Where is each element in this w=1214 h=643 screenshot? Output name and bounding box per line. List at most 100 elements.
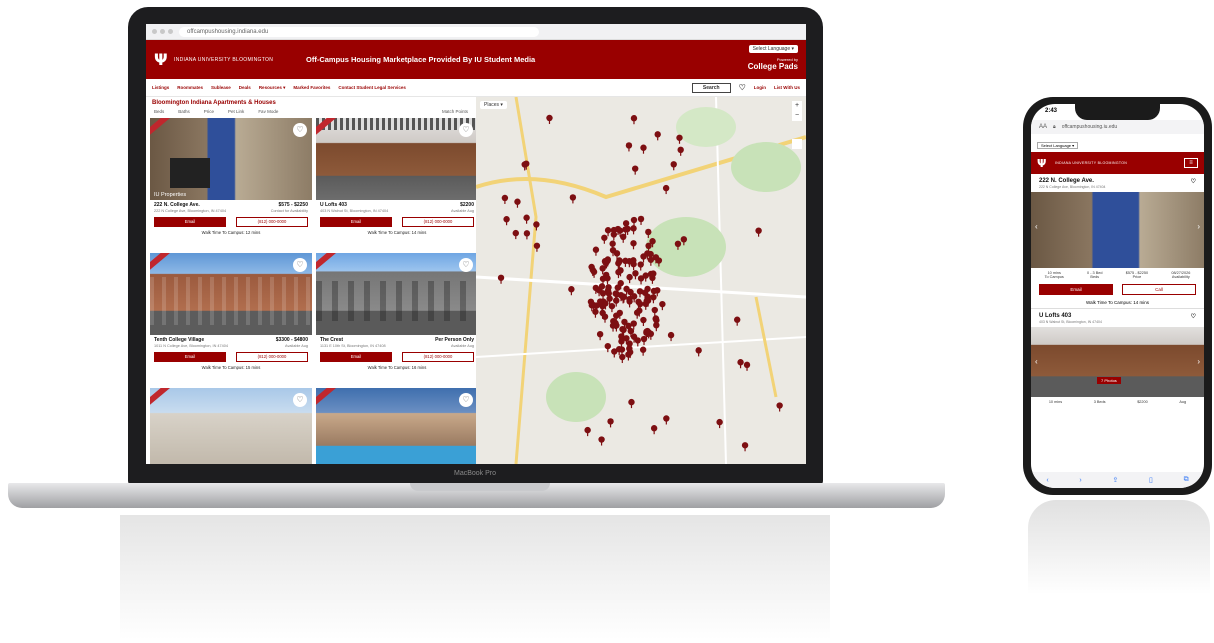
listing-photo[interactable]: ♡ IU Properties (150, 118, 312, 200)
listing-price: $2200 (460, 202, 474, 208)
laptop-screen: offcampushousing.indiana.edu Ψ INDIANA U… (146, 24, 806, 464)
listing-card[interactable]: ♡ (150, 388, 312, 464)
fullscreen-icon[interactable] (792, 139, 802, 149)
site-title: Off-Campus Housing Marketplace Provided … (306, 55, 536, 64)
phone-heart-icon[interactable]: ♡ (1191, 313, 1196, 320)
photo-next-arrow-icon[interactable]: › (1197, 357, 1200, 366)
phone-contact-buttons: Email Call (1031, 282, 1204, 297)
email-button[interactable]: Email (154, 352, 226, 362)
sort-select[interactable]: Match Points (442, 109, 468, 114)
phone-url[interactable]: offcampushousing.iu.edu (1062, 124, 1118, 130)
photo-count-badge[interactable]: 7 Photos (1097, 377, 1121, 384)
listing-name[interactable]: 222 N. College Ave. (154, 202, 200, 208)
email-button[interactable]: Email (320, 217, 392, 227)
phone-call-button[interactable]: Call (1122, 284, 1196, 295)
favorite-heart-icon[interactable]: ♡ (459, 393, 473, 407)
status-time: 2:43 (1045, 108, 1058, 114)
email-button[interactable]: Email (320, 352, 392, 362)
listing-card[interactable]: ♡ The Crest Per Person Only 1131 E 10th S… (316, 253, 476, 385)
phone-address-bar[interactable]: AA 🔒︎ offcampushousing.iu.edu (1031, 120, 1204, 134)
listing-card[interactable]: ♡ IU Properties 222 N. College Ave. $575 … (150, 118, 312, 250)
filter-pet[interactable]: Pet Link (228, 109, 244, 114)
phone-email-button[interactable]: Email (1039, 284, 1113, 295)
phone-listing-name[interactable]: U Lofts 403 (1039, 313, 1071, 320)
email-button[interactable]: Email (154, 217, 226, 227)
listing-photo[interactable]: ♡ (316, 253, 476, 335)
phone-listing-photo[interactable]: ‹ › (1031, 192, 1204, 268)
college-pads-logo[interactable]: College Pads (748, 62, 798, 72)
photo-next-arrow-icon[interactable]: › (1197, 222, 1200, 231)
favorite-heart-icon[interactable]: ♡ (459, 258, 473, 272)
call-button[interactable]: (812) 000-0000 (402, 352, 474, 362)
device-mockup-stage: offcampushousing.indiana.edu Ψ INDIANA U… (0, 0, 1214, 643)
filter-price[interactable]: Price (204, 109, 214, 114)
window-controls (152, 29, 173, 34)
nav-item-legal[interactable]: Contact Student Legal Services (338, 85, 406, 90)
listing-price: Per Person Only (435, 337, 474, 343)
call-button[interactable]: (812) 000-0000 (236, 217, 308, 227)
call-button[interactable]: (812) 000-0000 (236, 352, 308, 362)
listings-map[interactable]: Places ▾ + − (476, 97, 806, 464)
listing-photo[interactable]: ♡ (150, 388, 312, 464)
favorites-heart-icon[interactable]: ♡ (739, 83, 746, 92)
language-select[interactable]: Select Language ▾ (748, 45, 798, 53)
iu-trident-logo[interactable]: Ψ (154, 50, 170, 69)
listing-card[interactable]: ♡ U Lofts 403 $2200 403 N Walnut St, Bloo… (316, 118, 476, 250)
filter-beds[interactable]: Beds (154, 109, 164, 114)
filter-fav[interactable]: Fav Mode (258, 109, 278, 114)
favorite-heart-icon[interactable]: ♡ (293, 393, 307, 407)
favorite-heart-icon[interactable]: ♡ (293, 258, 307, 272)
main-nav: Listings Roommates Sublease Deals Resour… (146, 79, 806, 97)
listing-name[interactable]: The Crest (320, 337, 343, 343)
phone-screen: 2:43 AA 🔒︎ offcampushousing.iu.edu Selec… (1031, 104, 1204, 488)
phone-listing-name[interactable]: 222 N. College Ave. (1039, 178, 1094, 185)
nav-item-listings[interactable]: Listings (152, 85, 169, 90)
forward-icon[interactable]: › (1079, 477, 1081, 484)
nav-item-resources[interactable]: Resources ▾ (259, 85, 286, 91)
call-button[interactable]: (812) 000-0000 (402, 217, 474, 227)
nav-item-favorites[interactable]: Marked Favorites (293, 85, 330, 90)
nav-item-roommates[interactable]: Roommates (177, 85, 203, 90)
tabs-icon[interactable]: ⧉ (1184, 476, 1189, 484)
back-icon[interactable]: ‹ (1046, 477, 1048, 484)
nav-item-deals[interactable]: Deals (239, 85, 251, 90)
listing-heading: Bloomington Indiana Apartments & Houses (152, 100, 276, 106)
listing-price: $3300 - $4800 (275, 337, 308, 343)
phone-heart-icon[interactable]: ♡ (1191, 178, 1196, 185)
reader-aa-icon[interactable]: AA (1039, 124, 1047, 130)
listing-name[interactable]: U Lofts 403 (320, 202, 347, 208)
list-with-us-link[interactable]: List With Us (774, 85, 800, 90)
photo-prev-arrow-icon[interactable]: ‹ (1035, 222, 1038, 231)
search-button[interactable]: Search (691, 82, 731, 93)
lock-icon: 🔒︎ (1053, 124, 1056, 130)
listing-photo[interactable]: ♡ (316, 118, 476, 200)
phone-listing-title: U Lofts 403 ♡ (1031, 309, 1204, 320)
nav-item-sublease[interactable]: Sublease (211, 85, 231, 90)
share-icon[interactable]: ⇪ (1112, 476, 1118, 484)
favorite-heart-icon[interactable]: ♡ (459, 123, 473, 137)
map-canvas[interactable] (476, 97, 806, 464)
map-zoom-controls[interactable]: + − (792, 101, 802, 121)
zoom-in-button[interactable]: + (792, 101, 802, 111)
listing-availability: Available Aug (451, 344, 474, 348)
address-bar[interactable]: offcampushousing.indiana.edu (179, 26, 539, 37)
filter-baths[interactable]: Baths (178, 109, 190, 114)
listing-name[interactable]: Tenth College Village (154, 337, 204, 343)
walk-time: Walk Time To Campus: 14 mins (367, 230, 427, 235)
zoom-out-button[interactable]: − (792, 111, 802, 121)
listing-card[interactable]: ♡ Tenth College Village $3300 - $4800 101… (150, 253, 312, 385)
phone-listing-photo[interactable]: ‹ › 7 Photos (1031, 327, 1204, 397)
favorite-heart-icon[interactable]: ♡ (293, 123, 307, 137)
listing-card[interactable]: ♡ (316, 388, 476, 464)
listing-photo[interactable]: ♡ (316, 388, 476, 464)
login-link[interactable]: Login (754, 85, 766, 90)
stat-availability: 08/27/2026 Availability (1171, 271, 1191, 279)
listing-photo[interactable]: ♡ (150, 253, 312, 335)
phone-language-select[interactable]: Select Language ▾ (1037, 142, 1079, 149)
photo-prev-arrow-icon[interactable]: ‹ (1035, 357, 1038, 366)
map-type-select[interactable]: Places ▾ (480, 101, 507, 109)
iu-trident-logo[interactable]: Ψ (1037, 157, 1047, 170)
stat-walk: 10 mins (1048, 400, 1063, 404)
bookmarks-icon[interactable]: ▯ (1149, 476, 1153, 484)
hamburger-menu-icon[interactable]: ≡ (1184, 158, 1198, 168)
